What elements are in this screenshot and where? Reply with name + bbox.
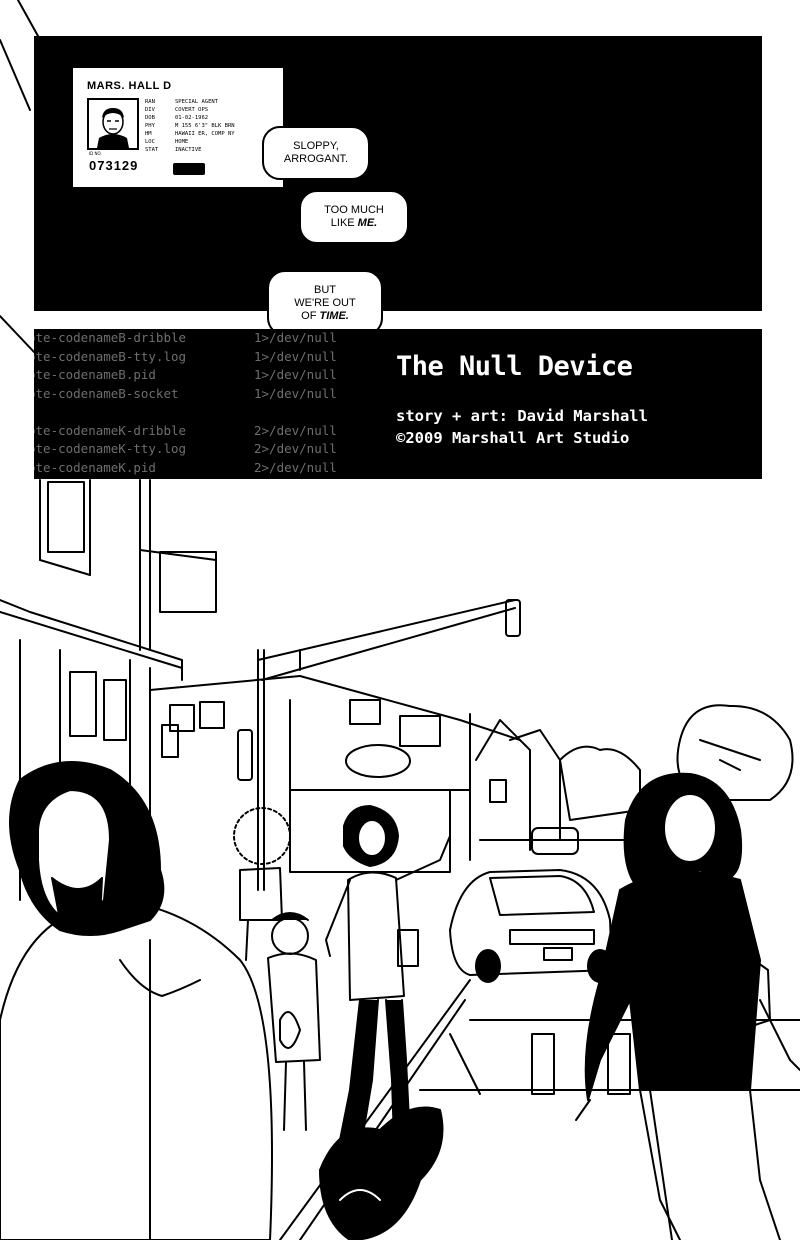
woman-in-black-top: [575, 772, 800, 1240]
car: [449, 827, 613, 983]
child: [267, 912, 321, 1131]
left-building-edge: [0, 0, 39, 353]
background-person: [233, 807, 291, 961]
man-long-hair: [0, 761, 273, 1240]
street-scene-illustration: [0, 0, 800, 1240]
dog: [319, 1106, 444, 1240]
